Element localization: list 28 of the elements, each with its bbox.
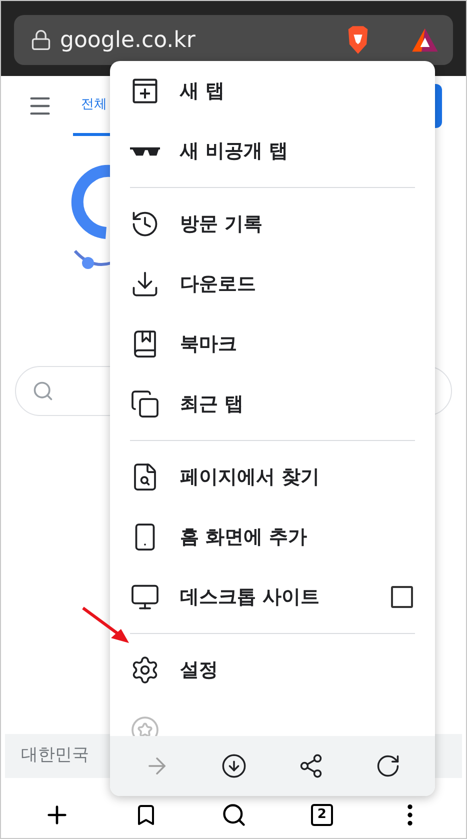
address-bar[interactable]: google.co.kr	[14, 15, 453, 65]
menu-item[interactable]: 최근 탭	[110, 374, 435, 434]
glasses-icon	[130, 146, 160, 156]
share-icon	[298, 753, 324, 779]
history-icon	[130, 209, 160, 239]
search-icon	[32, 380, 54, 402]
triangle-logo-icon[interactable]	[411, 26, 439, 54]
reload-icon	[375, 753, 402, 779]
lock-icon	[30, 29, 52, 51]
search-icon[interactable]	[221, 802, 248, 828]
new-tab-icon	[130, 76, 160, 106]
menu-item[interactable]: 페이지에서 찾기	[110, 447, 435, 507]
menu-item[interactable]: 홈 화면에 추가	[110, 507, 435, 567]
tab-count-button[interactable]: 2	[310, 804, 333, 826]
menu-item[interactable]: 설정	[110, 640, 435, 700]
download-icon	[130, 269, 160, 299]
menu-item[interactable]: 다운로드	[110, 254, 435, 314]
url-text: google.co.kr	[60, 26, 196, 54]
menu-item[interactable]: 북마크	[110, 314, 435, 374]
checkbox[interactable]	[391, 586, 413, 608]
recent-tabs-icon	[130, 389, 160, 419]
download-icon	[220, 753, 247, 779]
settings-icon	[130, 655, 160, 685]
menu-item[interactable]: 데스크톱 사이트	[110, 567, 435, 627]
region-text: 대한민국	[21, 744, 89, 768]
monitor-icon	[130, 582, 160, 612]
menu-item[interactable]: 방문 기록	[110, 194, 435, 254]
pointer-arrow	[81, 606, 131, 646]
